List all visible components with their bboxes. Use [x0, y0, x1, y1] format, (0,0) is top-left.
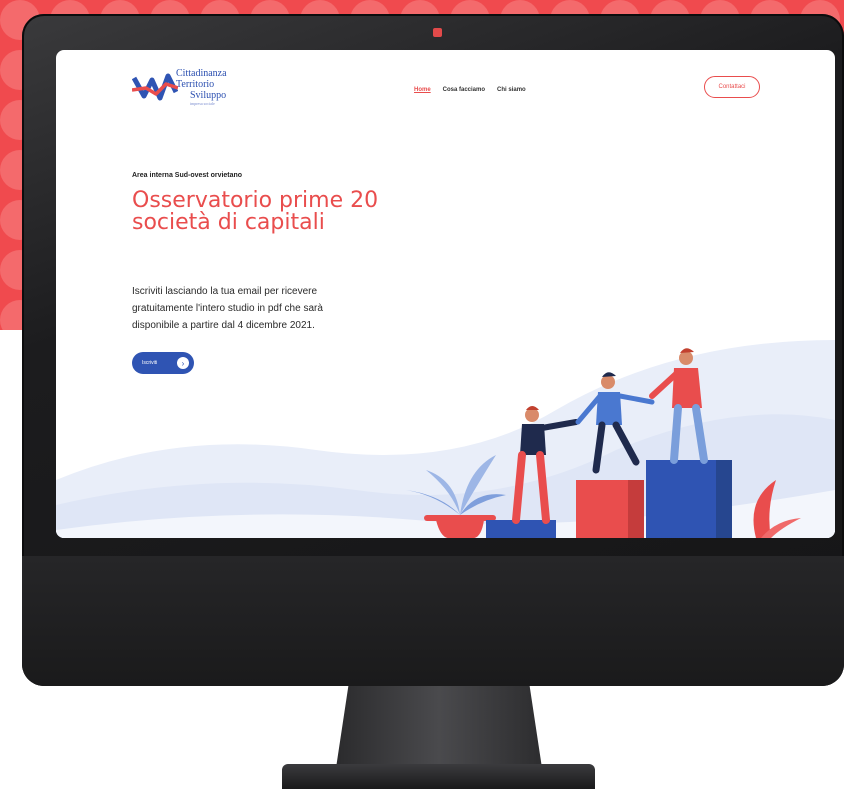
block-tall — [646, 460, 716, 538]
monitor-chin — [22, 556, 844, 686]
chevron-right-icon: › — [177, 357, 189, 369]
block-medium-side — [628, 480, 644, 538]
subscribe-button[interactable]: Iscriviti › — [132, 352, 194, 374]
monitor-stand-neck — [336, 686, 542, 768]
block-tall-side — [716, 460, 732, 538]
camera-indicator — [433, 28, 442, 37]
hero-headline: Osservatorio prime 20 società di capital… — [132, 188, 379, 235]
monitor-stand-base — [282, 764, 595, 789]
website-screen: Cittadinanza Territorio Sviluppo impresa… — [56, 50, 835, 538]
block-medium — [576, 480, 628, 538]
monitor-frame: Cittadinanza Territorio Sviluppo impresa… — [22, 14, 844, 686]
subscribe-button-label: Iscriviti — [142, 360, 158, 366]
hero-lead: Iscriviti lasciando la tua email per ric… — [132, 286, 323, 331]
hero-eyebrow: Area interna Sud-ovest orvietano — [132, 172, 243, 179]
